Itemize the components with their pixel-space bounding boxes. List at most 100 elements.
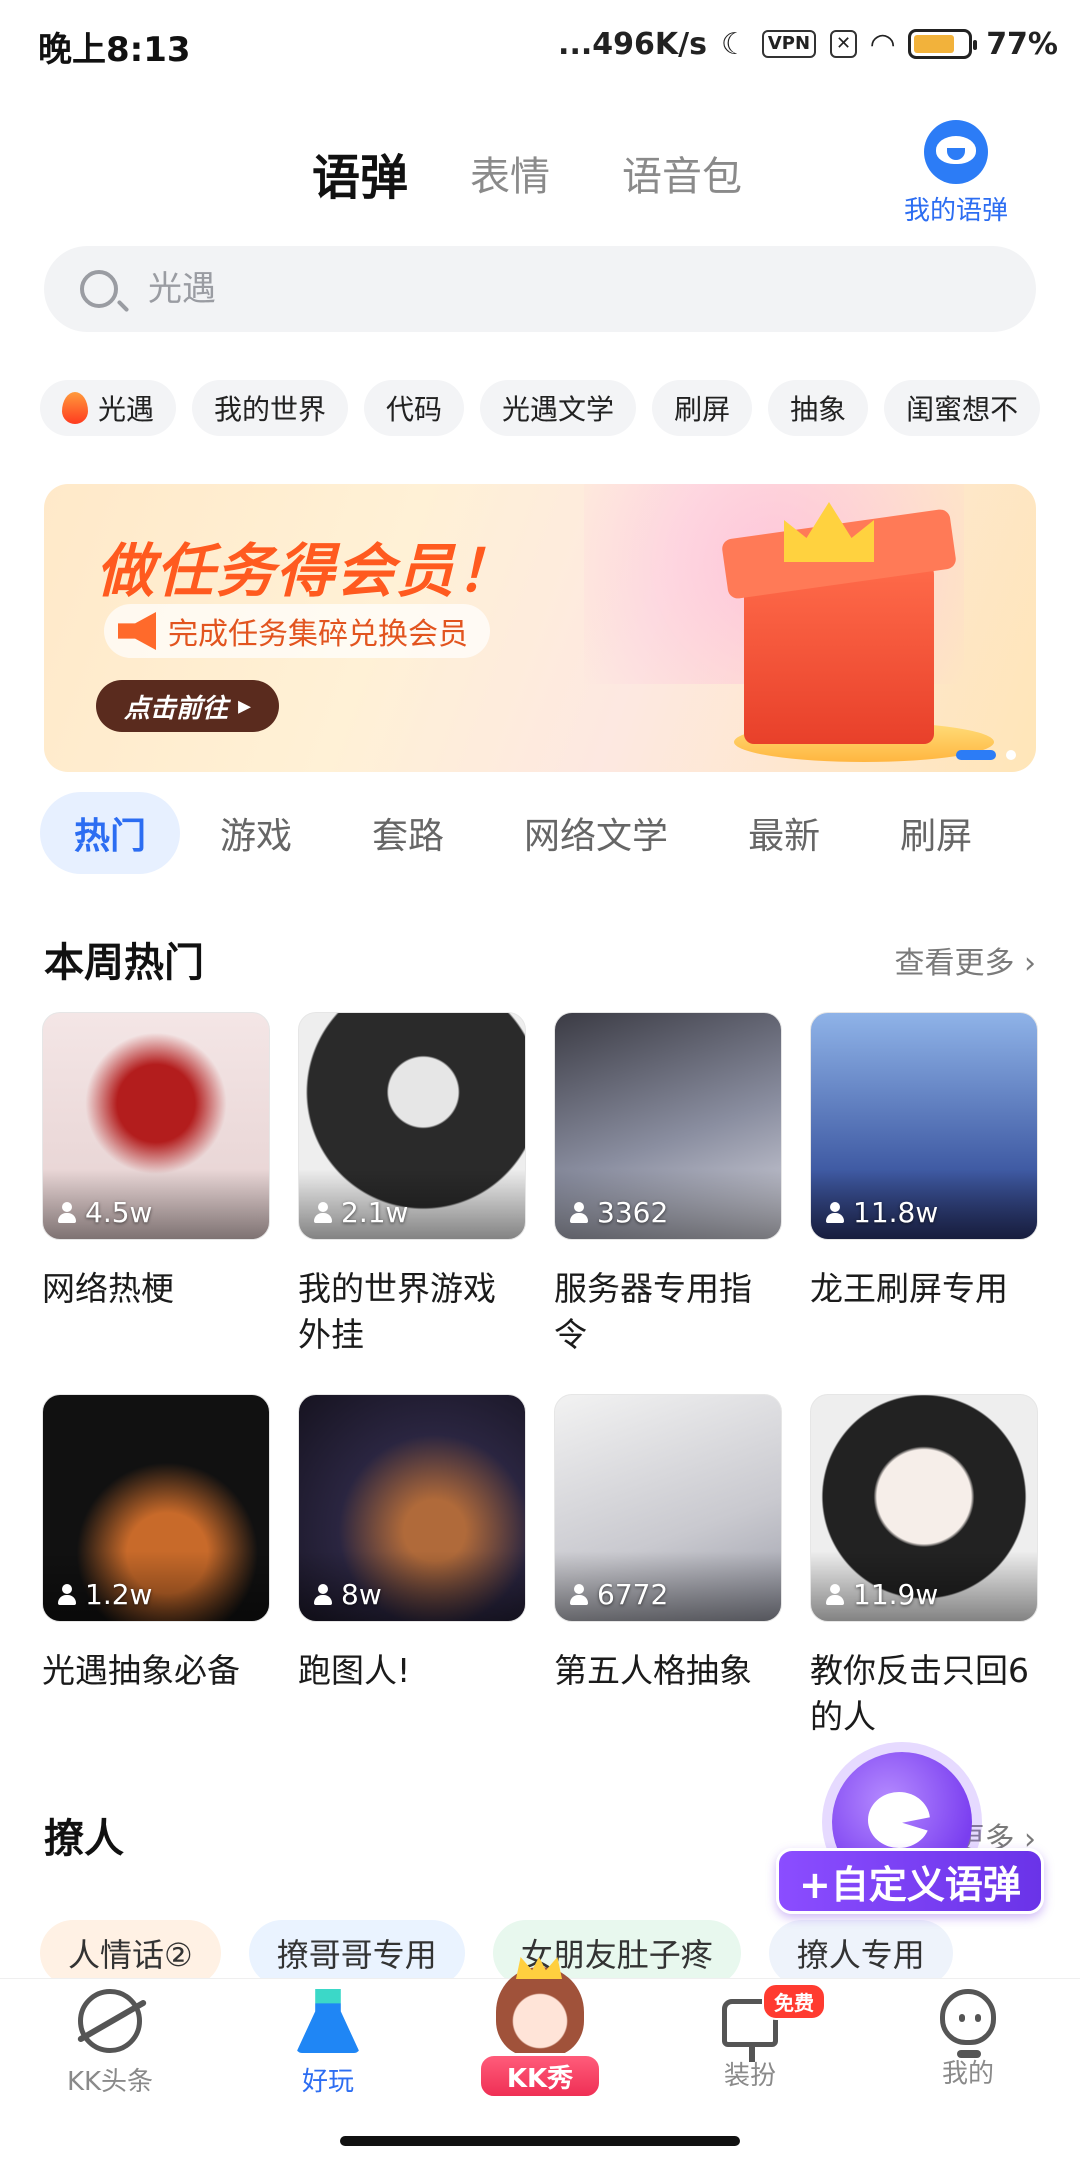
tag-chips: 光遇 我的世界 代码 光遇文学 刷屏 抽象 闺蜜想不 bbox=[40, 380, 1040, 440]
person-icon bbox=[569, 1201, 589, 1224]
banner-go-button[interactable]: 点击前往 ▸ bbox=[96, 680, 280, 732]
list-item[interactable]: 2.1w 我的世界游戏外挂 bbox=[298, 1012, 526, 1394]
pager-dot bbox=[1006, 750, 1016, 760]
wifi-icon: ◠ bbox=[871, 26, 895, 62]
nav-dress-up[interactable]: 免费 装扮 bbox=[650, 1983, 850, 2092]
battery-icon bbox=[908, 29, 978, 59]
person-icon bbox=[57, 1201, 77, 1224]
thumbnail-image: 1.2w bbox=[42, 1394, 270, 1622]
chip-hot[interactable]: 光遇 bbox=[40, 380, 177, 436]
cat-hot[interactable]: 热门 bbox=[40, 792, 181, 874]
tab-voice-pack[interactable]: 语音包 bbox=[622, 144, 742, 202]
item-title: 龙王刷屏专用 bbox=[810, 1269, 1008, 1308]
crown-icon bbox=[516, 1957, 562, 1979]
search-icon bbox=[80, 270, 118, 308]
thumbnail-image: 8w bbox=[298, 1394, 526, 1622]
nav-kk-news[interactable]: KK头条 bbox=[10, 1989, 210, 2098]
chip[interactable]: 代码 bbox=[364, 380, 465, 436]
person-icon bbox=[825, 1201, 845, 1224]
flame-icon bbox=[62, 392, 88, 424]
tab-yudan[interactable]: 语弹 bbox=[312, 138, 408, 208]
bottom-nav: KK头条 好玩 KK秀 免费 装扮 我的 bbox=[0, 1957, 1080, 2114]
chip[interactable]: 闺蜜想不 bbox=[884, 380, 1040, 436]
banner-go-label: 点击前往 bbox=[124, 693, 229, 724]
chip[interactable]: 刷屏 bbox=[652, 380, 753, 436]
item-title: 我的世界游戏外挂 bbox=[298, 1269, 496, 1354]
list-item[interactable]: 8w 跑图人! bbox=[298, 1394, 526, 1776]
chevron-right-icon: › bbox=[1024, 946, 1036, 981]
list-item[interactable]: 11.9w 教你反击只回6的人 bbox=[810, 1394, 1038, 1776]
see-more-link[interactable]: 查看更多 › bbox=[894, 938, 1036, 982]
vpn-icon: VPN bbox=[761, 30, 817, 58]
planet-icon bbox=[78, 1989, 142, 2053]
top-tabs: 语弹 表情 语音包 我的语弹 bbox=[0, 120, 1080, 226]
person-icon bbox=[825, 1583, 845, 1606]
nav-label: KK头条 bbox=[66, 2067, 154, 2097]
banner-subtitle: 完成任务集碎兑换会员 bbox=[168, 617, 468, 652]
item-title: 跑图人! bbox=[298, 1651, 411, 1690]
list-item[interactable]: 1.2w 光遇抽象必备 bbox=[42, 1394, 270, 1776]
list-item[interactable]: 3362 服务器专用指令 bbox=[554, 1012, 782, 1394]
list-item[interactable]: 4.5w 网络热梗 bbox=[42, 1012, 270, 1394]
thumbnail-image: 2.1w bbox=[298, 1012, 526, 1240]
item-title: 光遇抽象必备 bbox=[42, 1651, 240, 1690]
battery-percent: 77% bbox=[986, 26, 1058, 62]
free-badge: 免费 bbox=[762, 1983, 826, 2020]
thumbnail-image: 11.8w bbox=[810, 1012, 1038, 1240]
banner-subtitle-bar: 完成任务集碎兑换会员 bbox=[104, 604, 490, 658]
search-input[interactable] bbox=[148, 269, 948, 309]
sim-off-icon: ✕ bbox=[830, 30, 858, 58]
profile-icon bbox=[940, 1989, 996, 2058]
custom-yudan-button[interactable]: +自定义语弹 bbox=[776, 1848, 1044, 1914]
nav-label: KK秀 bbox=[478, 2053, 602, 2099]
banner-pager bbox=[956, 750, 1016, 760]
section-weekly-header: 本周热门 查看更多 › bbox=[44, 930, 1036, 990]
phrase-pill[interactable]: 人情话② bbox=[40, 1920, 221, 1986]
person-icon bbox=[57, 1583, 77, 1606]
person-icon bbox=[569, 1583, 589, 1606]
nav-me[interactable]: 我的 bbox=[868, 1989, 1068, 2090]
promo-banner[interactable]: 做任务得会员！ 完成任务集碎兑换会员 点击前往 ▸ bbox=[44, 484, 1036, 772]
weekly-grid: 4.5w 网络热梗 2.1w 我的世界游戏外挂 3362 服务器专用指令 11.… bbox=[42, 1012, 1042, 1776]
cat-game[interactable]: 游戏 bbox=[180, 792, 332, 874]
nav-kk-show[interactable]: KK秀 bbox=[478, 1957, 602, 2107]
cat-web-literature[interactable]: 网络文学 bbox=[484, 792, 708, 874]
nav-label: 好玩 bbox=[301, 2067, 354, 2097]
nav-label: 我的 bbox=[941, 2059, 994, 2089]
cat-routine[interactable]: 套路 bbox=[332, 792, 484, 874]
cat-spam[interactable]: 刷屏 bbox=[860, 792, 1012, 874]
person-icon bbox=[313, 1201, 333, 1224]
status-bar: 晚上8:13 ...496K/s ☾ VPN ✕ ◠ 77% bbox=[0, 0, 1080, 90]
thumbnail-image: 3362 bbox=[554, 1012, 782, 1240]
cat-latest[interactable]: 最新 bbox=[708, 792, 860, 874]
category-tabs: 热门 游戏 套路 网络文学 最新 刷屏 bbox=[40, 790, 1080, 876]
item-title: 服务器专用指令 bbox=[554, 1269, 752, 1354]
nav-fun[interactable]: 好玩 bbox=[228, 1989, 428, 2098]
item-title: 第五人格抽象 bbox=[554, 1651, 752, 1690]
list-item[interactable]: 11.8w 龙王刷屏专用 bbox=[810, 1012, 1038, 1394]
phrase-pill[interactable]: 撩哥哥专用 bbox=[248, 1920, 465, 1986]
tab-emoji[interactable]: 表情 bbox=[470, 144, 550, 202]
banner-title: 做任务得会员！ bbox=[96, 537, 517, 605]
list-item[interactable]: 6772 第五人格抽象 bbox=[554, 1394, 782, 1776]
yudan-face-icon bbox=[924, 120, 988, 184]
my-yudan-label: 我的语弹 bbox=[903, 196, 1008, 226]
chip[interactable]: 我的世界 bbox=[192, 380, 349, 436]
play-arrow-icon: ▸ bbox=[238, 691, 252, 721]
my-yudan-button[interactable]: 我的语弹 bbox=[876, 120, 1036, 227]
phrase-pill[interactable]: 撩人专用 bbox=[768, 1920, 953, 1986]
chip[interactable]: 光遇文学 bbox=[480, 380, 637, 436]
chip[interactable]: 抽象 bbox=[768, 380, 869, 436]
home-indicator[interactable] bbox=[340, 2136, 740, 2146]
item-title: 教你反击只回6的人 bbox=[810, 1651, 1029, 1736]
thumbnail-image: 11.9w bbox=[810, 1394, 1038, 1622]
status-time: 晚上8:13 bbox=[38, 30, 191, 70]
person-icon bbox=[313, 1583, 333, 1606]
chip-label: 光遇 bbox=[98, 393, 155, 426]
thumbnail-image: 6772 bbox=[554, 1394, 782, 1622]
flask-icon bbox=[296, 1989, 360, 2053]
search-bar[interactable] bbox=[44, 246, 1036, 332]
item-title: 网络热梗 bbox=[42, 1269, 174, 1308]
thumbnail-image: 4.5w bbox=[42, 1012, 270, 1240]
network-speed: ...496K/s bbox=[558, 26, 707, 62]
